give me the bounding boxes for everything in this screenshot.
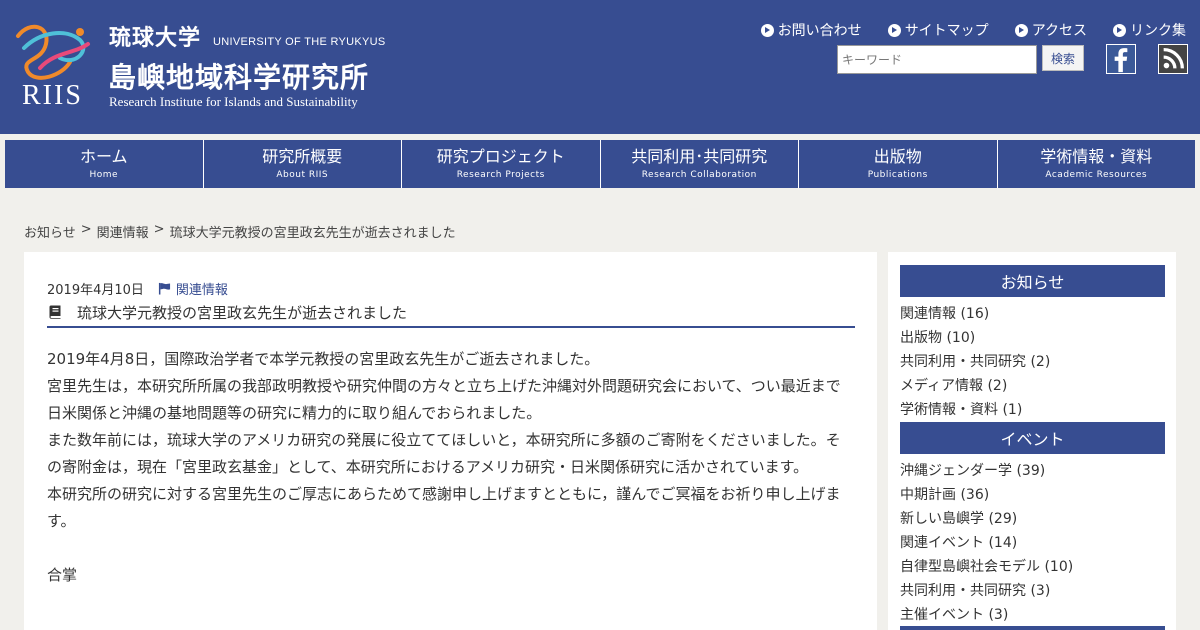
logo-text[interactable]: RIIS xyxy=(22,80,83,112)
sidebar-event-item[interactable]: 共同利用・共同研究 (3) xyxy=(900,579,1165,603)
utility-links: お問い合わせ サイトマップ アクセス リンク集 xyxy=(760,20,1186,40)
nav-item-projects[interactable]: 研究プロジェクト Research Projects xyxy=(402,140,601,188)
university-name-jp: 琉球大学 xyxy=(109,26,202,51)
facebook-icon[interactable] xyxy=(1106,44,1136,74)
post-body: 2019年4月8日，国際政治学者で本学元教授の宮里政玄先生がご逝去されました。 … xyxy=(47,346,855,589)
search-input[interactable] xyxy=(837,45,1037,74)
nav-label-jp: 研究プロジェクト xyxy=(436,147,565,166)
sidebar-news-list: 関連情報 (16) 出版物 (10) 共同利用・共同研究 (2) メディア情報 … xyxy=(900,302,1165,422)
sidebar-news-item[interactable]: 関連情報 (16) xyxy=(900,302,1165,326)
sitemap-link-label: サイトマップ xyxy=(904,23,989,39)
post-paragraph: 宮里先生は，本研究所所属の我部政明教授や研究仲間の方々と立ち上げた沖縄対外問題研… xyxy=(47,377,841,422)
institute-name-jp[interactable]: 島嶼地域科学研究所 xyxy=(108,56,369,96)
nav-label-en: Research Projects xyxy=(456,170,545,180)
nav-item-publications[interactable]: 出版物 Publications xyxy=(799,140,998,188)
site-header: RIIS 琉球大学 UNIVERSITY OF THE RYUKYUS 島嶼地域… xyxy=(0,0,1200,134)
sitemap-link[interactable]: サイトマップ xyxy=(887,20,989,40)
nav-label-en: Academic Resources xyxy=(1045,170,1148,180)
post-closing: 合掌 xyxy=(47,566,78,584)
circle-arrow-icon xyxy=(760,23,774,37)
institute-name-en: Research Institute for Islands and Susta… xyxy=(109,94,358,109)
post-category-label: 関連情報 xyxy=(175,283,228,298)
circle-arrow-icon xyxy=(1113,23,1126,37)
breadcrumb-separator: > xyxy=(80,222,92,237)
sidebar-events-heading: イベント xyxy=(900,422,1165,454)
riis-logo-icon[interactable] xyxy=(10,18,96,84)
nav-label-jp: 学術情報・資料 xyxy=(1040,147,1153,166)
sidebar-news-item[interactable]: 共同利用・共同研究 (2) xyxy=(900,350,1165,374)
article: 2019年4月10日 関連情報 琉球大学元教授の宮里政玄先生が逝去されました 2… xyxy=(24,252,877,630)
sidebar-event-item[interactable]: 自律型島嶼社会モデル (10) xyxy=(900,555,1165,579)
nav-label-jp: ホーム xyxy=(79,147,128,166)
circle-arrow-icon xyxy=(887,23,901,37)
main-nav: ホーム Home 研究所概要 About RIIS 研究プロジェクト Resea… xyxy=(5,140,1195,188)
contact-link-label: お問い合わせ xyxy=(777,23,862,39)
sidebar-event-item[interactable]: 沖縄ジェンダー学 (39) xyxy=(900,459,1165,483)
sidebar-event-item[interactable]: 関連イベント (14) xyxy=(900,531,1165,555)
sidebar-events-list: 沖縄ジェンダー学 (39) 中期計画 (36) 新しい島嶼学 (29) 関連イベ… xyxy=(900,459,1165,627)
post-meta: 2019年4月10日 関連情報 xyxy=(47,279,228,298)
sidebar-news-item[interactable]: 学術情報・資料 (1) xyxy=(900,398,1165,422)
nav-item-collaboration[interactable]: 共同利用･共同研究 Research Collaboration xyxy=(601,140,799,188)
sidebar: お知らせ 関連情報 (16) 出版物 (10) 共同利用・共同研究 (2) メデ… xyxy=(888,252,1176,630)
nav-label-jp: 出版物 xyxy=(873,147,922,166)
access-link-label: アクセス xyxy=(1031,23,1087,39)
post-date: 2019年4月10日 xyxy=(47,283,144,298)
nav-item-about[interactable]: 研究所概要 About RIIS xyxy=(204,140,402,188)
sidebar-event-item[interactable]: 新しい島嶼学 (29) xyxy=(900,507,1165,531)
links-link-label: リンク集 xyxy=(1130,23,1186,39)
nav-label-en: About RIIS xyxy=(276,170,329,180)
post-title-text: 琉球大学元教授の宮里政玄先生が逝去されました xyxy=(77,304,408,322)
contact-link[interactable]: お問い合わせ xyxy=(760,20,862,40)
flag-icon xyxy=(158,282,170,295)
post-title: 琉球大学元教授の宮里政玄先生が逝去されました xyxy=(47,302,855,328)
post-paragraph: 2019年4月8日，国際政治学者で本学元教授の宮里政玄先生がご逝去されました。 xyxy=(47,350,600,368)
sidebar-next-heading xyxy=(900,626,1165,630)
nav-label-en: Home xyxy=(89,170,119,180)
nav-label-jp: 共同利用･共同研究 xyxy=(631,147,768,166)
breadcrumb-separator: > xyxy=(153,222,165,237)
sidebar-news-item[interactable]: メディア情報 (2) xyxy=(900,374,1165,398)
breadcrumb: お知らせ > 関連情報 > 琉球大学元教授の宮里政玄先生が逝去されました xyxy=(24,222,456,241)
breadcrumb-category-link[interactable]: 関連情報 xyxy=(97,222,149,241)
book-icon xyxy=(49,305,61,319)
post-paragraph: 本研究所の研究に対する宮里先生のご厚志にあらためて感謝申し上げますとともに，謹ん… xyxy=(47,485,841,530)
links-link[interactable]: リンク集 xyxy=(1113,20,1186,40)
sidebar-news-item[interactable]: 出版物 (10) xyxy=(900,326,1165,350)
search-button[interactable]: 検索 xyxy=(1042,45,1084,71)
nav-label-en: Publications xyxy=(867,170,928,180)
breadcrumb-current: 琉球大学元教授の宮里政玄先生が逝去されました xyxy=(169,226,456,241)
rss-icon[interactable] xyxy=(1158,44,1188,74)
nav-label-jp: 研究所概要 xyxy=(262,147,343,166)
sidebar-event-item[interactable]: 中期計画 (36) xyxy=(900,483,1165,507)
nav-item-home[interactable]: ホーム Home xyxy=(5,140,204,188)
breadcrumb-news-link[interactable]: お知らせ xyxy=(24,222,76,241)
post-paragraph: また数年前には，琉球大学のアメリカ研究の発展に役立ててほしいと，本研究所に多額の… xyxy=(47,431,841,476)
nav-item-resources[interactable]: 学術情報・資料 Academic Resources xyxy=(998,140,1196,188)
post-category-link[interactable]: 関連情報 xyxy=(158,279,228,298)
sidebar-event-item[interactable]: 主催イベント (3) xyxy=(900,603,1165,627)
university-name-en: UNIVERSITY OF THE RYUKYUS xyxy=(213,36,386,48)
sidebar-news-heading: お知らせ xyxy=(900,265,1165,297)
access-link[interactable]: アクセス xyxy=(1014,20,1087,40)
circle-arrow-icon xyxy=(1014,23,1028,37)
nav-label-en: Research Collaboration xyxy=(641,170,757,180)
